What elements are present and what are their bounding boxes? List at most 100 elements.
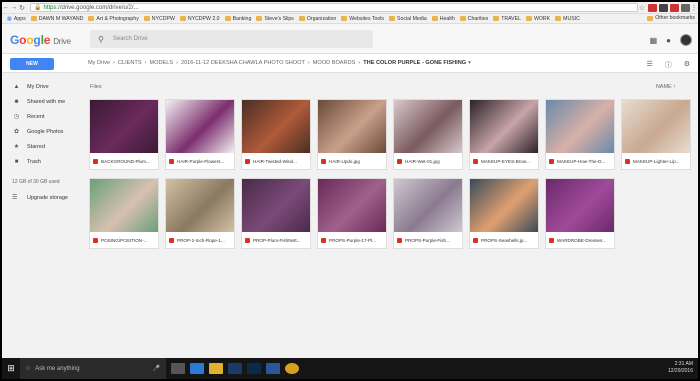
search-bar[interactable]: ⚲ Search Drive [90, 30, 373, 48]
image-file-icon [473, 159, 478, 164]
extension-icon[interactable] [648, 3, 657, 12]
file-card[interactable]: POSING/POSITION-... [89, 178, 159, 249]
sidebar-item-label: My Drive [27, 83, 49, 90]
sidebar-item-recent[interactable]: ◷ Recent [2, 109, 80, 124]
notifications-icon[interactable]: ● [666, 36, 671, 45]
bookmark-folder[interactable]: NYCDPW 2.0 [179, 16, 220, 22]
file-card[interactable]: MAKEUP-How-The-D... [545, 99, 615, 170]
breadcrumb-item[interactable]: CLIENTS [118, 60, 142, 66]
sort-by-name[interactable]: NAME ↑ [656, 84, 676, 90]
storage-icon: ☰ [12, 195, 18, 201]
search-input[interactable]: Search Drive [113, 36, 148, 42]
lightroom-icon[interactable] [228, 363, 242, 374]
breadcrumb-item[interactable]: 2016-11-12 DEEKSHA CHAWLA PHOTO SHOOT [181, 60, 305, 66]
dropdown-arrow-icon[interactable]: ▾ [468, 60, 471, 66]
new-button[interactable]: NEW [10, 58, 54, 70]
search-icon[interactable]: ⚲ [98, 35, 104, 44]
google-drive-logo[interactable]: Google Drive [10, 33, 71, 47]
sidebar-item-google-photos[interactable]: ✿ Google Photos [2, 124, 80, 139]
file-thumbnail [622, 100, 690, 153]
breadcrumb-item[interactable]: MOOD BOARDS [313, 60, 356, 66]
file-card[interactable]: HAIR-Purple-Flowers... [165, 99, 235, 170]
bookmark-folder[interactable]: Websites Tools [341, 16, 384, 22]
extension-icon[interactable] [681, 3, 690, 12]
edge-icon[interactable] [190, 363, 204, 374]
folder-icon [224, 16, 231, 21]
photoshop-icon[interactable] [247, 363, 261, 374]
file-caption: PROP-Plum-FishNett... [242, 232, 310, 249]
cortana-placeholder: Ask me anything [35, 365, 80, 372]
address-bar[interactable]: 🔒 https: //drive.google.com/drive/u/2/..… [30, 3, 638, 12]
breadcrumb-item[interactable]: MODELS [149, 60, 173, 66]
chrome-menu-icon[interactable]: ⋮ [690, 4, 698, 12]
sidebar-item-trash[interactable]: ■ Trash [2, 154, 80, 169]
upgrade-storage-link[interactable]: ☰ Upgrade storage [2, 194, 80, 202]
chevron-right-icon: › [113, 60, 115, 66]
sidebar-item-label: Trash [27, 158, 41, 165]
bookmark-apps[interactable]: ▦ Apps [7, 16, 26, 22]
avatar[interactable] [680, 34, 692, 46]
file-explorer-icon[interactable] [209, 363, 223, 374]
file-card[interactable]: HAIR-Wet-01.jpg [393, 99, 463, 170]
file-thumbnail [90, 179, 158, 232]
file-card[interactable]: PROPS-Purple-Fish... [393, 178, 463, 249]
image-file-icon [321, 159, 326, 164]
apps-grid-icon[interactable]: ▦ [650, 36, 658, 45]
cortana-search[interactable]: ○ Ask me anything 🎤 [20, 358, 166, 379]
chrome-icon[interactable] [285, 363, 299, 374]
settings-gear-icon[interactable]: ⚙ [684, 60, 690, 70]
bookmark-folder[interactable]: Steve's Slips [256, 16, 294, 22]
bookmark-folder[interactable]: WORK [525, 16, 550, 22]
other-bookmarks[interactable]: Other bookmarks [647, 15, 695, 21]
file-card[interactable]: HAIR-Updo.jpg [317, 99, 387, 170]
browser-toolbar: ← → ↻ 🔒 https: //drive.google.com/drive/… [2, 2, 698, 14]
file-card[interactable]: HAIR-Twisted-Wind... [241, 99, 311, 170]
forward-icon[interactable]: → [10, 4, 18, 11]
system-clock[interactable]: 2:31 AM 12/29/2016 [668, 361, 693, 375]
microphone-icon[interactable]: 🎤 [153, 365, 160, 372]
bookmark-folder[interactable]: Social Media [389, 16, 427, 22]
file-card[interactable]: BACKGROUND-Plum... [89, 99, 159, 170]
drive-header: Google Drive ⚲ Search Drive ▦ ● [2, 24, 698, 54]
sidebar-item-my-drive[interactable]: ▲ My Drive [2, 79, 80, 94]
file-card[interactable]: MAKEUP-Lighter-Lip... [621, 99, 691, 170]
image-file-icon [169, 238, 174, 243]
word-icon[interactable] [266, 363, 280, 374]
file-card[interactable]: MAKEUP-EYES-Brow... [469, 99, 539, 170]
list-view-icon[interactable]: ☰ [646, 60, 652, 70]
file-card[interactable]: PROPS-Seashells.jp... [469, 178, 539, 249]
folder-icon [143, 16, 150, 21]
bookmark-folder[interactable]: Charities [459, 16, 488, 22]
breadcrumb-current[interactable]: THE COLOR PURPLE - GONE FISHING [363, 60, 466, 66]
file-card[interactable]: PROPS-Purple-17-Pl... [317, 178, 387, 249]
back-icon[interactable]: ← [2, 4, 10, 11]
bookmark-folder[interactable]: Health [431, 16, 455, 22]
file-name: WARDROBE-Dresses... [557, 238, 607, 243]
bookmark-label: Steve's Slips [264, 15, 294, 22]
file-card[interactable]: PROP-Plum-FishNett... [241, 178, 311, 249]
task-view-icon[interactable] [171, 363, 185, 374]
sidebar: ▲ My Drive ☻ Shared with me ◷ Recent ✿ Googl… [2, 74, 80, 357]
bookmark-folder[interactable]: MUSIC [555, 16, 580, 22]
file-card[interactable]: WARDROBE-Dresses... [545, 178, 615, 249]
bookmark-folder[interactable]: Banking [224, 16, 251, 22]
file-card[interactable]: PROP-2-Inch-Rope-1... [165, 178, 235, 249]
file-name: HAIR-Wet-01.jpg [405, 159, 440, 164]
bookmark-folder[interactable]: DAWN M WAYAND [30, 16, 83, 22]
star-bookmark-icon[interactable]: ☆ [638, 4, 646, 12]
reload-icon[interactable]: ↻ [18, 4, 26, 12]
extension-icon[interactable] [659, 3, 668, 12]
sidebar-item-shared[interactable]: ☻ Shared with me [2, 94, 80, 109]
bookmark-folder[interactable]: TRAVEL [493, 16, 521, 22]
info-icon[interactable]: ⓘ [665, 60, 672, 70]
extension-icon[interactable] [670, 3, 679, 12]
windows-start-icon[interactable]: ⊞ [2, 363, 20, 374]
bookmark-folder[interactable]: NYCDPW [143, 16, 175, 22]
sort-label: NAME [655, 84, 672, 90]
bookmark-folder[interactable]: Organization [298, 16, 336, 22]
bookmark-folder[interactable]: Art & Photography [88, 16, 139, 22]
view-actions: ☰ ⓘ ⚙ [646, 60, 690, 70]
sidebar-item-starred[interactable]: ★ Starred [2, 139, 80, 154]
breadcrumb-item[interactable]: My Drive [88, 60, 110, 66]
sidebar-item-label: Starred [27, 143, 46, 150]
